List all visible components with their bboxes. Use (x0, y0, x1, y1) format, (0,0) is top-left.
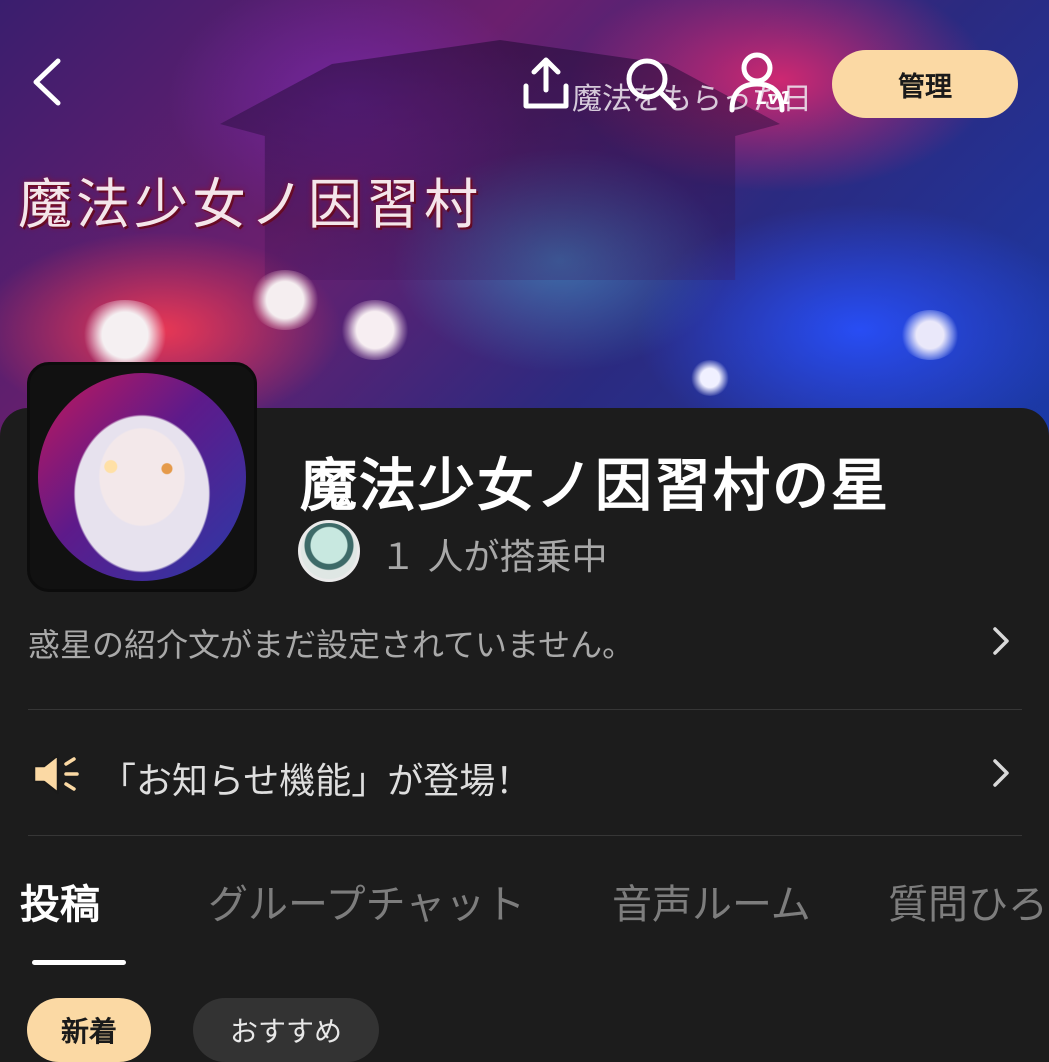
filter-recommended-button[interactable]: おすすめ (193, 998, 379, 1062)
planet-title: 魔法少女ノ因習村の星 (300, 453, 890, 519)
content-tabs: 投稿 グループチャット 音声ルーム 質問ひろ (0, 872, 1049, 932)
back-chevron-icon (33, 58, 61, 106)
planet-avatar[interactable] (27, 362, 257, 592)
search-icon (626, 58, 677, 109)
active-tab-indicator (32, 960, 126, 965)
tab-voice-room[interactable]: 音声ルーム (612, 872, 811, 930)
back-button[interactable] (22, 52, 72, 112)
banner-flower (340, 300, 410, 360)
filter-new-button[interactable]: 新着 (27, 998, 151, 1062)
planet-avatar-image (38, 373, 246, 581)
member-level-button[interactable]: Lv1 (726, 50, 792, 114)
speaker-icon (32, 753, 79, 795)
planet-intro-text: 惑星の紹介文がまだ設定されていません。 (28, 626, 635, 664)
chevron-right-icon (993, 627, 1009, 655)
search-button[interactable] (622, 54, 680, 112)
member-level-badge: Lv1 (756, 88, 792, 109)
tab-question-plaza[interactable]: 質問ひろ (888, 872, 1048, 930)
banner-flower (80, 300, 170, 370)
crew-member-avatar[interactable] (298, 520, 360, 582)
divider (28, 709, 1022, 710)
banner-flower (900, 310, 960, 360)
chevron-right-icon (993, 759, 1009, 787)
share-upload-icon (523, 57, 569, 109)
banner-flower (690, 360, 730, 396)
notice-text: 「お知らせ機能」が登場！ (100, 761, 532, 802)
divider (28, 835, 1022, 836)
share-button[interactable] (520, 54, 572, 112)
banner-flower (250, 270, 320, 330)
tab-posts[interactable]: 投稿 (20, 872, 100, 930)
tab-group-chat[interactable]: グループチャット (208, 872, 525, 930)
manage-button[interactable]: 管理 (832, 50, 1018, 118)
banner-logo-text: 魔法少女ノ因習村 (18, 173, 482, 236)
crew-count[interactable]: １ 人が搭乗中 (380, 528, 607, 580)
